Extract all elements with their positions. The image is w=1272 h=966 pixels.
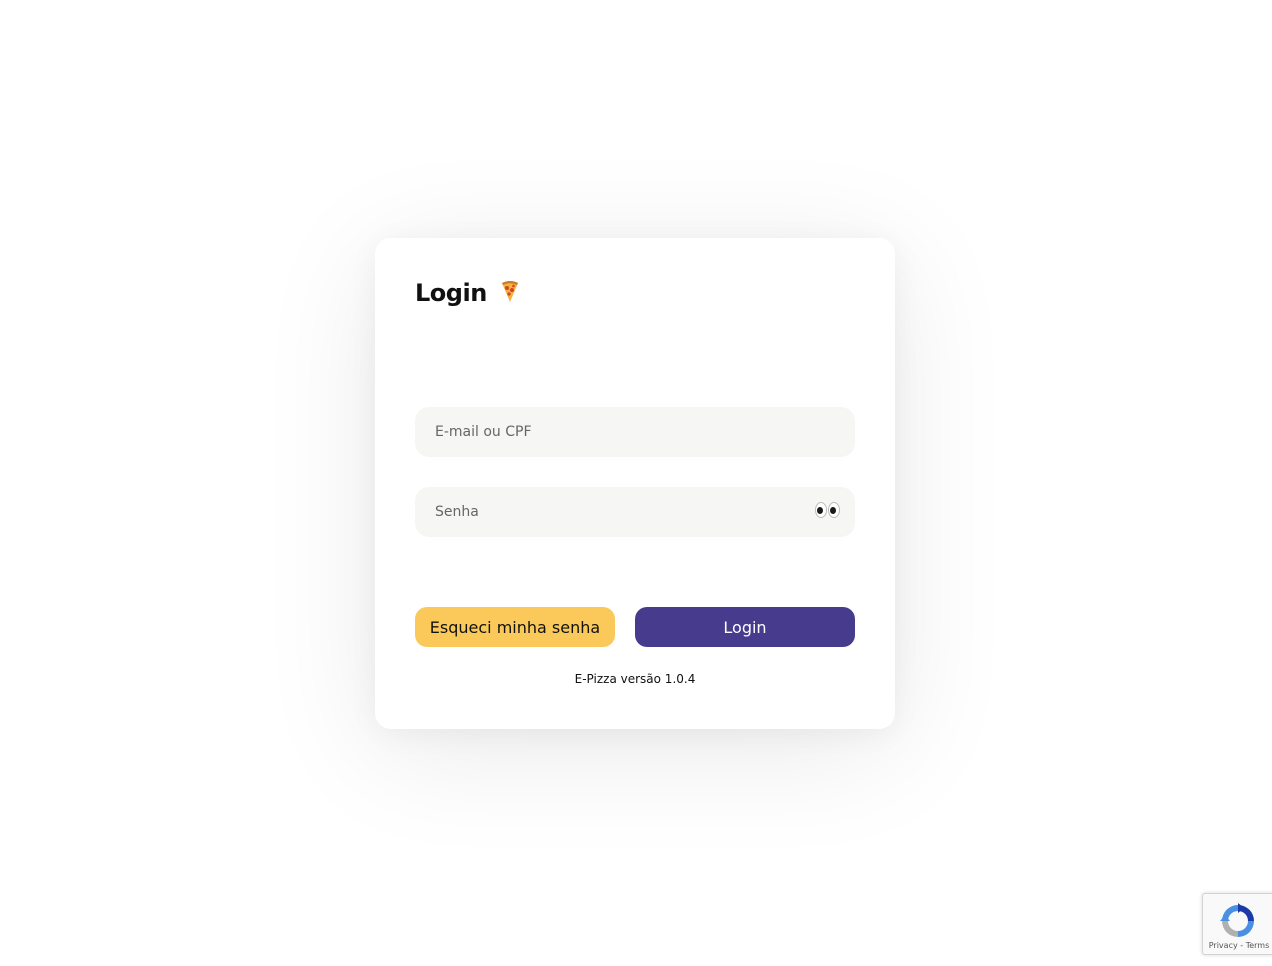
- recaptcha-links: Privacy - Terms: [1203, 941, 1272, 950]
- version-text: E-Pizza versão 1.0.4: [574, 672, 696, 686]
- recaptcha-icon: [1219, 902, 1257, 940]
- right-eye-shape: [828, 502, 840, 518]
- email-field[interactable]: [415, 407, 855, 457]
- login-page: Login Esqueci minha senh: [0, 0, 1272, 966]
- login-card: Login Esqueci minha senh: [375, 238, 895, 729]
- recaptcha-terms-link[interactable]: Terms: [1246, 941, 1270, 950]
- pizza-icon: [499, 279, 521, 303]
- forgot-password-button[interactable]: Esqueci minha senha: [415, 607, 615, 647]
- recaptcha-badge[interactable]: Privacy - Terms: [1202, 893, 1272, 955]
- title-row: Login: [415, 276, 521, 310]
- page-title: Login: [415, 279, 487, 307]
- recaptcha-privacy-link[interactable]: Privacy: [1209, 941, 1238, 950]
- password-input[interactable]: [415, 487, 855, 537]
- eyes-icon[interactable]: [815, 502, 841, 520]
- left-eye-shape: [815, 502, 827, 518]
- recaptcha-link-separator: -: [1237, 941, 1246, 950]
- password-field[interactable]: [415, 487, 855, 537]
- login-button[interactable]: Login: [635, 607, 855, 647]
- email-input[interactable]: [415, 407, 855, 457]
